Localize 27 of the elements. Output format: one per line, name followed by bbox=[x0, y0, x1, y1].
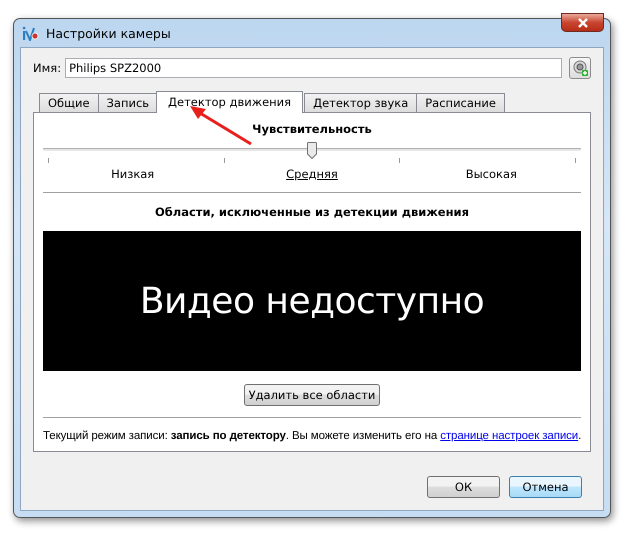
sensitivity-heading: Чувствительность bbox=[251, 122, 373, 136]
ok-button[interactable]: ОК bbox=[427, 476, 500, 498]
close-button[interactable] bbox=[561, 13, 604, 32]
sensitivity-label: Высокая bbox=[466, 167, 517, 181]
slider-thumb[interactable] bbox=[307, 142, 317, 159]
window-title: Настройки камеры bbox=[46, 26, 171, 40]
name-label: Имя: bbox=[33, 61, 62, 75]
video-area[interactable]: Видео недоступно bbox=[43, 231, 581, 371]
cancel-button[interactable]: Отмена bbox=[509, 476, 582, 498]
sensitivity-label: Средняя bbox=[286, 167, 338, 181]
name-field[interactable]: Philips SPZ2000 bbox=[65, 58, 562, 78]
recording-mode-text: Текущий режим записи: запись по детектору. Вы можете изменить его на странице настроек записи. bbox=[43, 430, 581, 442]
tab[interactable]: Расписание bbox=[416, 93, 505, 112]
tab[interactable]: Детектор звука bbox=[304, 93, 418, 112]
delete-areas-button[interactable]: Удалить все области bbox=[244, 384, 380, 406]
app-logo-icon bbox=[22, 25, 40, 41]
tab[interactable]: Запись bbox=[98, 93, 158, 112]
tab[interactable]: Детектор движения bbox=[156, 91, 304, 113]
add-camera-button[interactable] bbox=[569, 57, 591, 79]
settings-link[interactable]: странице настроек записи bbox=[440, 430, 578, 442]
camera-add-icon bbox=[572, 60, 588, 76]
exclusions-heading: Области, исключенные из детекции движения bbox=[154, 205, 470, 219]
tab[interactable]: Общие bbox=[39, 93, 99, 112]
video-message: Видео недоступно bbox=[140, 280, 484, 322]
close-icon bbox=[576, 18, 588, 28]
sensitivity-label: Низкая bbox=[111, 167, 154, 181]
sensitivity-slider[interactable] bbox=[43, 142, 581, 158]
